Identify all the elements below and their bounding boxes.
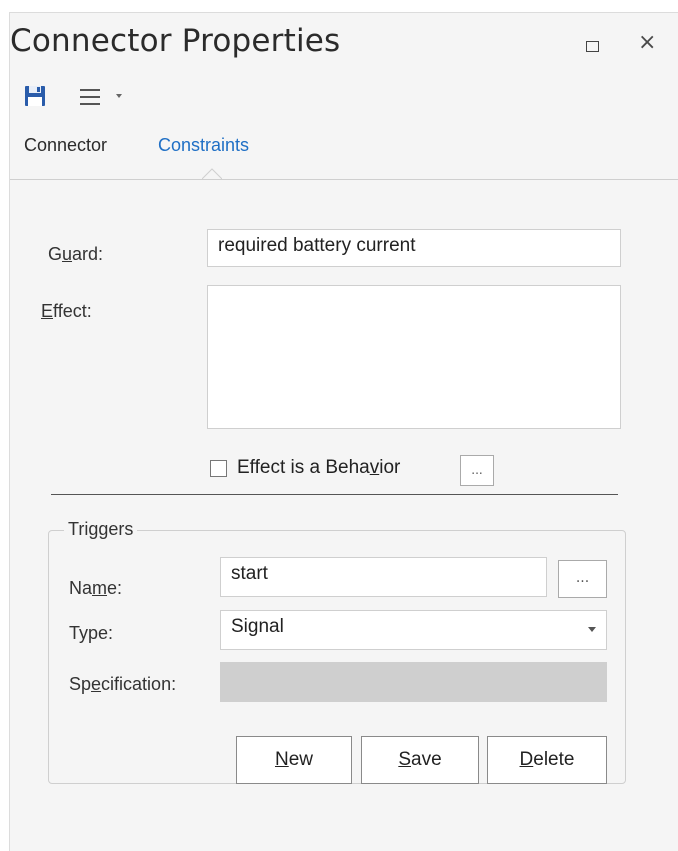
effect-ellipsis-button[interactable]: ... [460, 455, 494, 486]
floppy-save-icon[interactable] [24, 85, 46, 107]
trigger-specification-input [220, 662, 607, 702]
tab-divider [10, 179, 678, 180]
separator [51, 494, 618, 495]
chevron-down-icon[interactable] [588, 627, 596, 632]
trigger-type-label: Type: [69, 623, 114, 643]
active-tab-indicator [202, 168, 222, 180]
trigger-type-select[interactable]: Signal [220, 610, 607, 650]
close-icon[interactable]: × [638, 32, 656, 54]
hamburger-menu-icon[interactable] [80, 89, 100, 105]
effect-behavior-label: Effect is a Behavior [237, 457, 401, 478]
tab-bar: Connector Constraints [10, 135, 678, 180]
delete-button[interactable]: Delete [487, 736, 607, 784]
trigger-name-input[interactable]: start [220, 557, 547, 597]
tab-constraints[interactable]: Constraints [158, 135, 249, 156]
trigger-name-ellipsis-button[interactable]: ... [558, 560, 607, 598]
new-button[interactable]: New [236, 736, 352, 784]
guard-input[interactable]: required battery current [207, 229, 621, 267]
effect-label: Effect: [41, 301, 92, 321]
guard-label: Guard: [48, 244, 104, 264]
maximize-icon[interactable] [586, 41, 599, 52]
trigger-specification-label: Specification: [69, 674, 177, 694]
save-button[interactable]: Save [361, 736, 479, 784]
effect-textarea[interactable] [207, 285, 621, 429]
panel-title: Connector Properties [10, 23, 341, 59]
trigger-name-label: Name: [69, 578, 123, 598]
effect-behavior-checkbox[interactable] [210, 460, 227, 477]
connector-properties-panel: Connector Properties × Connector Constra… [9, 12, 678, 851]
caret-down-icon[interactable] [116, 94, 122, 98]
tab-connector[interactable]: Connector [24, 135, 107, 156]
triggers-group-title: Triggers [64, 519, 138, 540]
